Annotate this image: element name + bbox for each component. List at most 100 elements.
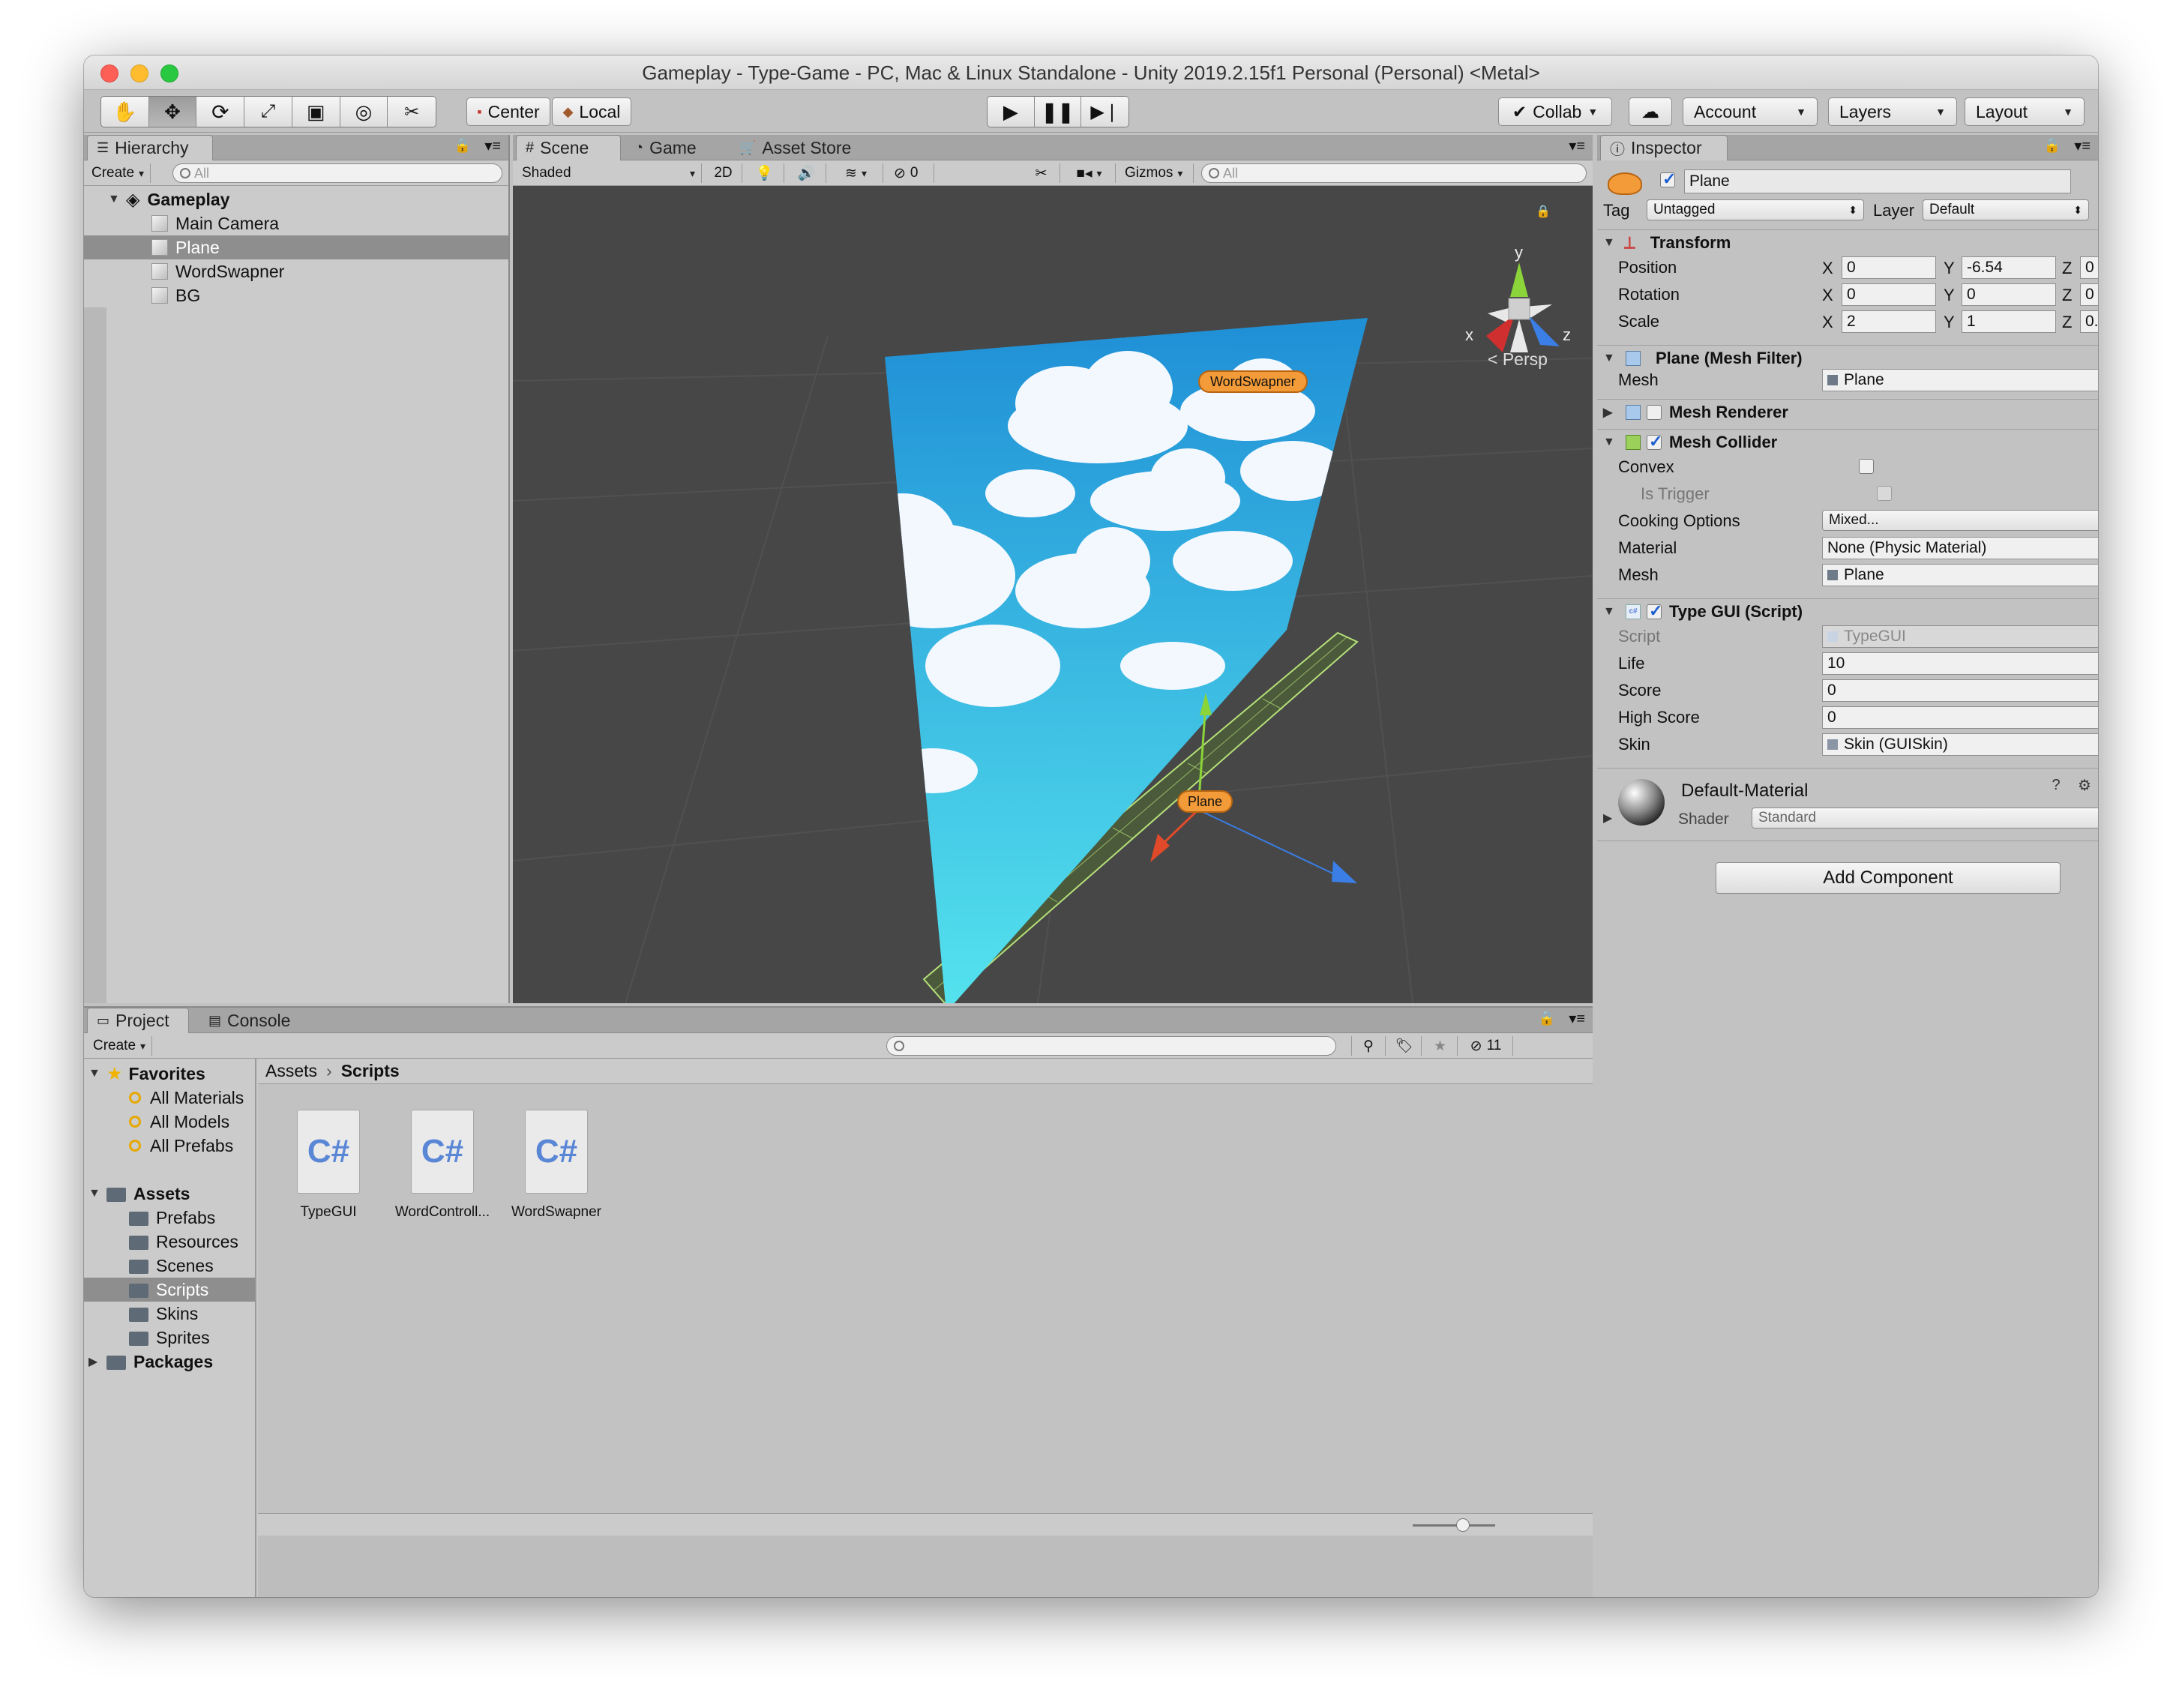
mesh-collider-mesh-field[interactable]: Plane — [1822, 564, 2098, 586]
asset-name[interactable]: WordControll... — [388, 1204, 496, 1221]
folder-scenes[interactable]: Scenes — [84, 1254, 255, 1278]
shading-mode-dropdown[interactable]: Shaded ▾ — [516, 163, 702, 183]
project-create-button[interactable]: Create ▾ — [87, 1036, 153, 1056]
hand-tool-button[interactable]: ✋ — [101, 97, 149, 127]
csharp-file-icon[interactable]: C# — [411, 1110, 474, 1194]
help-icon[interactable]: ? — [2047, 776, 2065, 794]
rect-tool-button[interactable]: ▣ — [292, 97, 340, 127]
pause-button[interactable]: ❚❚ — [1034, 97, 1082, 127]
panel-menu-icon[interactable]: ▾≡ — [1569, 136, 1585, 155]
asset-name[interactable]: WordSwapner — [502, 1204, 610, 1221]
collapse-triangle-icon[interactable]: ▼ — [88, 1187, 106, 1200]
transform-tool-button[interactable]: ◎ — [340, 97, 388, 127]
gizmos-dropdown[interactable]: Gizmos ▾ — [1119, 163, 1194, 183]
physic-material-field[interactable]: None (Physic Material) — [1822, 537, 2098, 559]
breadcrumb-scripts[interactable]: Scripts — [341, 1061, 400, 1081]
hierarchy-item-main-camera[interactable]: Main Camera — [84, 211, 508, 235]
mesh-filter-header[interactable]: ▼ Plane (Mesh Filter) ? ⇌ ⚙ — [1597, 345, 2098, 370]
cloud-button[interactable]: ☁ — [1629, 97, 1672, 126]
high-score-field[interactable]: 0 — [1822, 706, 2098, 729]
hierarchy-item-plane[interactable]: Plane — [84, 235, 508, 259]
tab-scene[interactable]: # Scene — [516, 135, 621, 160]
object-name-field[interactable]: Plane — [1684, 169, 2071, 193]
shader-dropdown[interactable]: Standard▾ — [1752, 808, 2098, 829]
play-button[interactable]: ▶ — [988, 97, 1035, 127]
type-gui-header[interactable]: ▼ c# Type GUI (Script) ? ⇌ ⚙ — [1597, 598, 2098, 624]
cooking-options-dropdown[interactable]: Mixed...⬍ — [1822, 510, 2098, 531]
tab-hierarchy[interactable]: ☰ Hierarchy — [87, 135, 213, 160]
csharp-file-icon[interactable]: C# — [297, 1110, 360, 1194]
breadcrumb-assets[interactable]: Assets — [265, 1061, 317, 1081]
hierarchy-item-wordswapner[interactable]: WordSwapner — [84, 259, 508, 283]
panel-menu-icon[interactable]: ▾≡ — [2074, 136, 2091, 155]
search-by-label-button[interactable]: 🏷 — [1387, 1036, 1422, 1056]
scale-y-field[interactable]: 1 — [1962, 310, 2056, 333]
mesh-filter-mesh-field[interactable]: Plane — [1822, 369, 2098, 391]
collapse-triangle-icon[interactable]: ▼ — [1603, 436, 1621, 449]
account-dropdown[interactable]: Account ▼ — [1683, 97, 1818, 126]
custom-tool-button[interactable]: ✂ — [388, 97, 436, 127]
convex-checkbox[interactable] — [1858, 459, 1874, 474]
tag-dropdown[interactable]: Untagged ⬍ — [1647, 199, 1864, 220]
favorite-all-prefabs[interactable]: All Prefabs — [129, 1134, 233, 1158]
mesh-renderer-enabled-checkbox[interactable] — [1647, 404, 1662, 420]
icon-size-slider-thumb[interactable] — [1456, 1518, 1470, 1532]
collapse-triangle-icon[interactable]: ▼ — [1603, 352, 1621, 365]
position-y-field[interactable]: -6.54 — [1962, 256, 2056, 279]
project-search-input[interactable] — [886, 1036, 1336, 1056]
active-checkbox[interactable] — [1660, 169, 1676, 189]
tab-asset-store[interactable]: 🛒 Asset Store — [730, 135, 860, 160]
collab-dropdown[interactable]: ✔ Collab ▼ — [1498, 97, 1612, 126]
effects-dropdown[interactable]: ≋ ▾ — [829, 163, 883, 183]
hierarchy-item-bg[interactable]: BG — [84, 283, 508, 307]
rotation-z-field[interactable]: 0 — [2080, 283, 2098, 306]
expand-triangle-icon[interactable]: ▶ — [1603, 405, 1621, 420]
layout-dropdown[interactable]: Layout ▼ — [1965, 97, 2085, 126]
scene-search-input[interactable]: All — [1201, 163, 1587, 183]
wordswapner-scene-label[interactable]: WordSwapner — [1198, 370, 1308, 393]
perspective-label[interactable]: < Persp — [1488, 349, 1548, 370]
audio-toggle[interactable]: 🔊 — [787, 163, 826, 183]
layers-dropdown[interactable]: Layers ▼ — [1828, 97, 1957, 126]
lock-icon[interactable]: 🔒 — [454, 138, 471, 154]
scene-root-row[interactable]: ▼ ◈ Gameplay — [84, 187, 508, 211]
gameobject-icon[interactable] — [1608, 172, 1642, 195]
scale-tool-button[interactable]: ⤢ — [244, 97, 292, 127]
camera-dropdown[interactable]: ■◂ ▾ — [1063, 163, 1116, 183]
move-tool-button[interactable]: ✥ — [148, 97, 197, 127]
folder-skins[interactable]: Skins — [84, 1302, 255, 1326]
score-field[interactable]: 0 — [1822, 679, 2098, 702]
transform-header[interactable]: ▼ ⟂ Transform ? ⇌ ⚙ — [1597, 229, 2098, 255]
pivot-center-button[interactable]: ▪ Center — [466, 97, 550, 126]
lock-icon[interactable]: 🔒 — [1536, 204, 1551, 219]
rotate-tool-button[interactable]: ⟳ — [196, 97, 245, 127]
favorite-all-models[interactable]: All Models — [129, 1110, 229, 1134]
scene-viewport[interactable]: y x z < Persp 🔒 WordSwapner Plane — [513, 186, 1593, 1003]
lock-icon[interactable]: 🔒 — [1539, 1011, 1555, 1026]
hierarchy-search-input[interactable]: All — [172, 163, 502, 183]
folder-scripts[interactable]: Scripts — [84, 1278, 255, 1302]
packages-root-row[interactable]: ▶ Packages — [84, 1350, 255, 1374]
icon-size-slider-track[interactable] — [1413, 1524, 1495, 1527]
search-by-type-button[interactable]: ⚲ — [1351, 1036, 1386, 1056]
folder-sprites[interactable]: Sprites — [84, 1326, 255, 1350]
add-component-button[interactable]: Add Component — [1716, 862, 2061, 894]
rotation-x-field[interactable]: 0 — [1842, 283, 1936, 306]
scale-z-field[interactable]: 0.1 — [2080, 310, 2098, 333]
tab-game[interactable]: ◔ Game — [625, 135, 706, 160]
pivot-local-button[interactable]: ◆ Local — [552, 97, 631, 126]
rotation-y-field[interactable]: 0 — [1962, 283, 2056, 306]
favorites-row[interactable]: ▼ ★ Favorites — [84, 1062, 255, 1086]
folder-resources[interactable]: Resources — [84, 1230, 255, 1254]
expand-triangle-icon[interactable]: ▼ — [108, 193, 126, 206]
folder-prefabs[interactable]: Prefabs — [84, 1206, 255, 1230]
tab-inspector[interactable]: ⓘ Inspector — [1600, 135, 1728, 160]
plane-scene-label[interactable]: Plane — [1177, 790, 1233, 813]
orientation-gizmo[interactable] — [1486, 262, 1560, 352]
expand-triangle-icon[interactable]: ▶ — [1603, 811, 1621, 826]
skin-field[interactable]: Skin (GUISkin) — [1822, 733, 2098, 756]
assets-root-row[interactable]: ▼ Assets — [84, 1182, 255, 1206]
collapse-triangle-icon[interactable]: ▼ — [88, 1067, 106, 1080]
gear-icon[interactable]: ⚙ — [2076, 776, 2094, 794]
tab-project[interactable]: ▭ Project — [87, 1008, 189, 1033]
